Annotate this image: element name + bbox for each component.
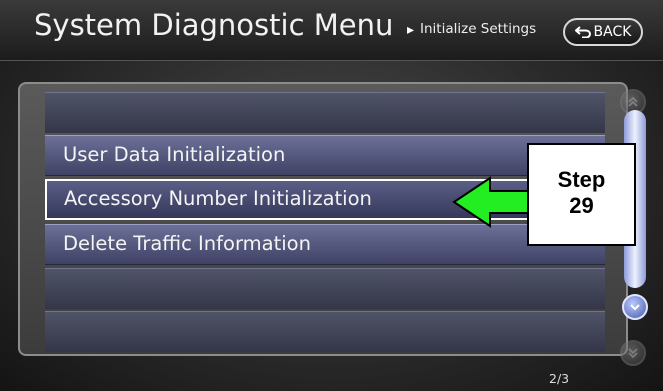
- empty-row: [45, 268, 605, 309]
- menu-item-delete-traffic-information[interactable]: Delete Traffic Information: [45, 224, 605, 265]
- page-indicator: 2/3: [549, 371, 570, 386]
- menu-item-user-data-initialization[interactable]: User Data Initialization: [45, 135, 605, 176]
- step-callout: Step 29: [527, 143, 636, 246]
- screen: System Diagnostic Menu ▸ Initialize Sett…: [0, 0, 663, 391]
- step-number: 29: [569, 193, 594, 218]
- scroll-bottom-button[interactable]: [620, 340, 646, 366]
- menu-item-label: Delete Traffic Information: [63, 232, 311, 255]
- empty-row: [45, 92, 605, 133]
- header-bar: System Diagnostic Menu ▸ Initialize Sett…: [0, 0, 663, 61]
- breadcrumb: Initialize Settings: [420, 21, 537, 37]
- scroll-down-icon: [630, 304, 640, 311]
- empty-row: [45, 311, 605, 352]
- back-button[interactable]: BACK: [563, 18, 643, 46]
- menu-item-label: User Data Initialization: [63, 143, 286, 166]
- breadcrumb-arrow-icon: ▸: [407, 22, 415, 38]
- page-title: System Diagnostic Menu: [34, 8, 394, 42]
- step-label: Step: [557, 167, 606, 192]
- back-arrow-icon: [574, 26, 591, 38]
- scroll-bottom-icon: [628, 348, 638, 359]
- back-button-label: BACK: [593, 24, 632, 40]
- scroll-down-button[interactable]: [622, 294, 648, 320]
- scroll-top-icon: [628, 96, 638, 107]
- menu-item-label: Accessory Number Initialization: [64, 187, 372, 210]
